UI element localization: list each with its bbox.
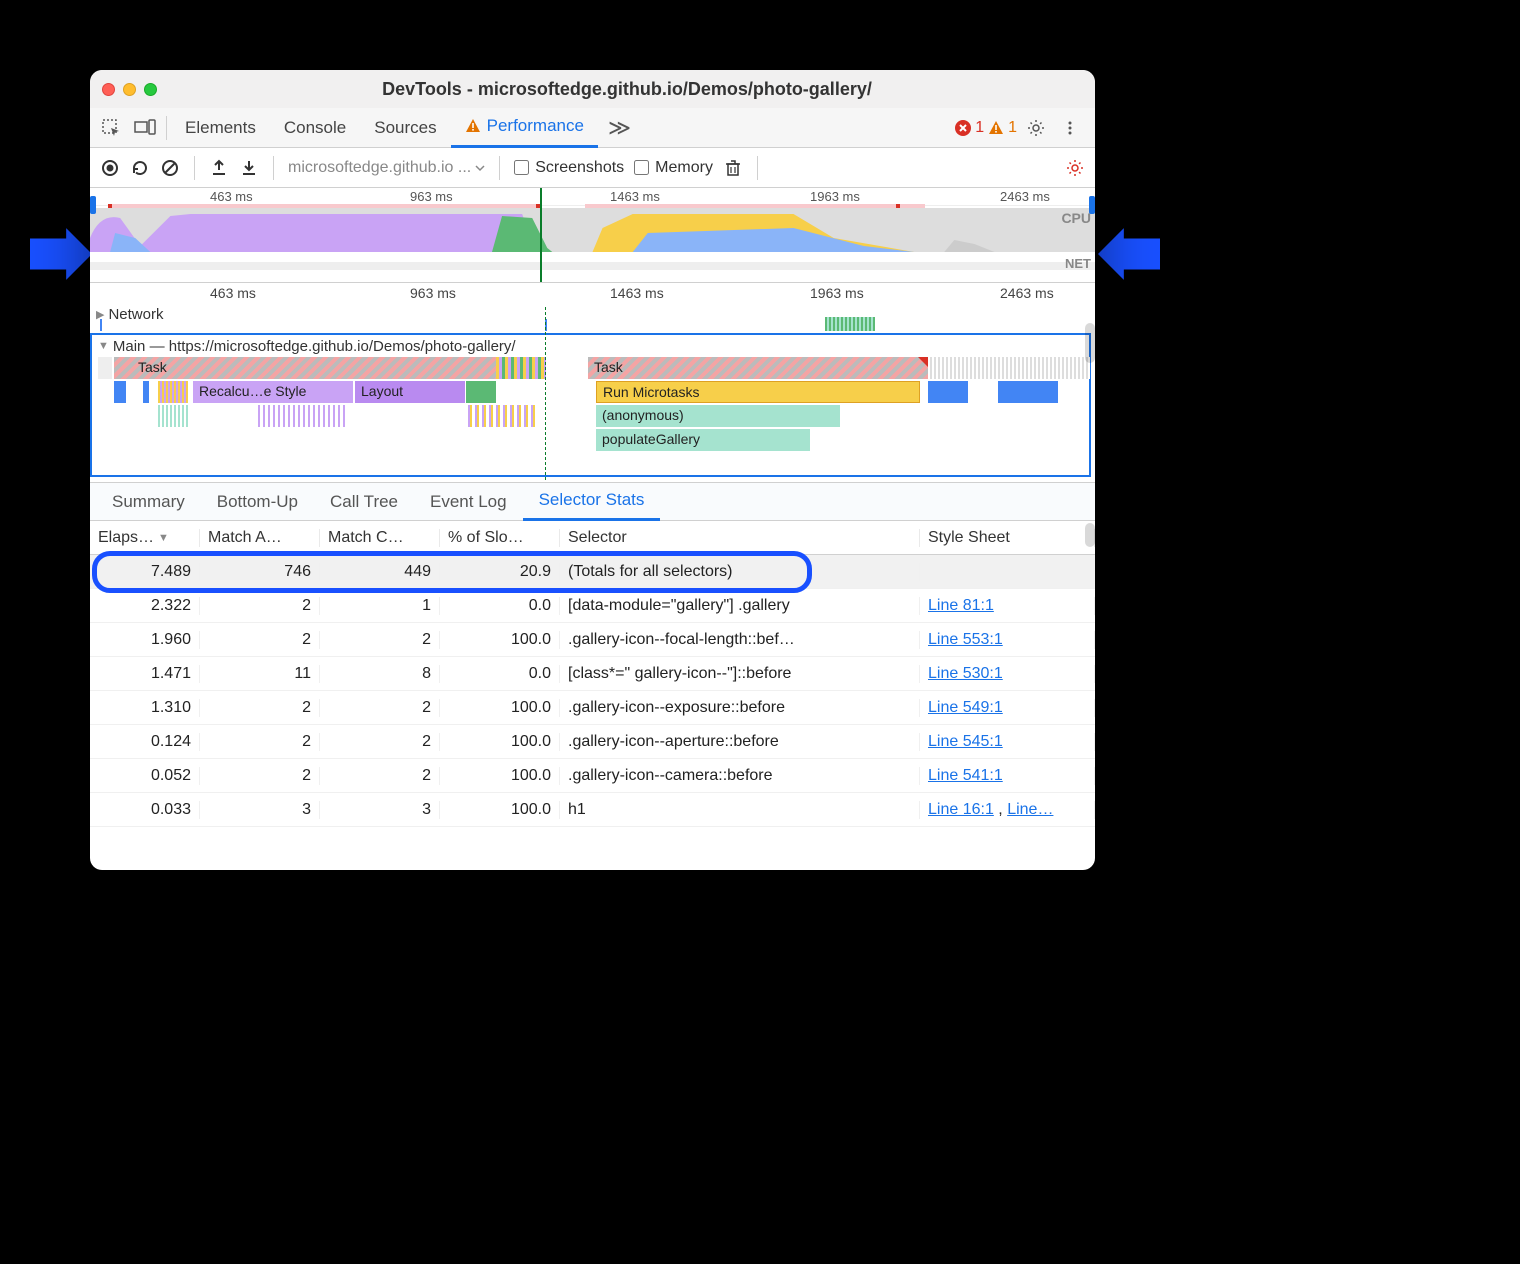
panel-tabs: Elements Console Sources Performance ≫ 1…	[90, 108, 1095, 148]
tab-elements[interactable]: Elements	[171, 108, 270, 148]
table-row[interactable]: 7.48974644920.9(Totals for all selectors…	[90, 555, 1095, 589]
close-icon[interactable]	[102, 83, 115, 96]
settings-icon[interactable]	[1021, 113, 1051, 143]
tabs-overflow[interactable]: ≫	[598, 115, 641, 141]
populate-gallery-bar[interactable]: populateGallery	[596, 429, 810, 451]
selection-handle-right[interactable]	[1089, 196, 1095, 214]
download-icon[interactable]	[239, 158, 259, 178]
capture-settings-icon[interactable]	[1065, 158, 1085, 178]
tab-sources[interactable]: Sources	[360, 108, 450, 148]
stylesheet-link[interactable]: Line 81:1	[928, 597, 994, 614]
layout-bar[interactable]: Layout	[355, 381, 465, 403]
detail-ruler: 463 ms 963 ms 1463 ms 1963 ms 2463 ms	[90, 283, 1095, 303]
sort-desc-icon: ▼	[158, 532, 169, 544]
net-label: NET	[1065, 256, 1091, 271]
divider	[194, 156, 195, 180]
col-match-attempts[interactable]: Match A…	[200, 529, 320, 547]
recording-selector[interactable]: microsoftedge.github.io ...	[288, 159, 485, 177]
warning-icon	[988, 120, 1004, 136]
device-icon[interactable]	[128, 111, 162, 145]
divider	[166, 116, 167, 140]
scrollbar[interactable]	[1085, 323, 1095, 363]
selector-stats-table: Elaps…▼ Match A… Match C… % of Slo… Sele…	[90, 521, 1095, 870]
subtab-selector-stats[interactable]: Selector Stats	[523, 483, 661, 521]
reload-icon[interactable]	[130, 158, 150, 178]
clear-icon[interactable]	[160, 158, 180, 178]
playhead[interactable]	[540, 188, 542, 282]
col-stylesheet[interactable]: Style Sheet	[920, 529, 1095, 547]
warning-count[interactable]: 1	[988, 119, 1017, 137]
divider	[273, 156, 274, 180]
record-icon[interactable]	[100, 158, 120, 178]
annotation-arrow-left	[30, 228, 92, 280]
table-row[interactable]: 1.4711180.0[class*=" gallery-icon--"]::b…	[90, 657, 1095, 691]
inspect-icon[interactable]	[94, 111, 128, 145]
memory-checkbox[interactable]: Memory	[634, 159, 713, 177]
titlebar: DevTools - microsoftedge.github.io/Demos…	[90, 70, 1095, 108]
chevron-down-icon	[475, 163, 485, 173]
table-header: Elaps…▼ Match A… Match C… % of Slo… Sele…	[90, 521, 1095, 555]
tab-performance[interactable]: Performance	[451, 108, 598, 148]
anonymous-bar[interactable]: (anonymous)	[596, 405, 840, 427]
performance-toolbar: microsoftedge.github.io ... Screenshots …	[90, 148, 1095, 188]
timeline-overview[interactable]: 463 ms 963 ms 1463 ms 1963 ms 2463 ms CP…	[90, 188, 1095, 283]
annotation-arrow-right	[1098, 228, 1160, 280]
stylesheet-link[interactable]: Line 530:1	[928, 665, 1003, 682]
error-count[interactable]: 1	[955, 119, 984, 137]
upload-icon[interactable]	[209, 158, 229, 178]
subtab-bottom-up[interactable]: Bottom-Up	[201, 483, 314, 521]
table-row[interactable]: 0.03333100.0h1Line 16:1 , Line…	[90, 793, 1095, 827]
subtab-summary[interactable]: Summary	[96, 483, 201, 521]
divider	[499, 156, 500, 180]
minimize-icon[interactable]	[123, 83, 136, 96]
table-row[interactable]: 2.322210.0[data-module="gallery"] .galle…	[90, 589, 1095, 623]
col-match-count[interactable]: Match C…	[320, 529, 440, 547]
tab-console[interactable]: Console	[270, 108, 360, 148]
task-bar[interactable]: Task	[588, 357, 928, 379]
col-slow[interactable]: % of Slo…	[440, 529, 560, 547]
detail-pane-tabs: Summary Bottom-Up Call Tree Event Log Se…	[90, 483, 1095, 521]
col-selector[interactable]: Selector	[560, 529, 920, 547]
stylesheet-link[interactable]: Line 549:1	[928, 699, 1003, 716]
subtab-event-log[interactable]: Event Log	[414, 483, 523, 521]
subtab-call-tree[interactable]: Call Tree	[314, 483, 414, 521]
cpu-label: CPU	[1061, 210, 1091, 226]
stylesheet-link[interactable]: Line 553:1	[928, 631, 1003, 648]
cpu-track	[90, 208, 1095, 252]
divider	[757, 156, 758, 180]
col-elapsed[interactable]: Elaps…▼	[90, 529, 200, 547]
screenshots-checkbox[interactable]: Screenshots	[514, 159, 624, 177]
recalc-style-bar[interactable]: Recalcu…e Style	[193, 381, 353, 403]
zoom-icon[interactable]	[144, 83, 157, 96]
table-row[interactable]: 1.31022100.0.gallery-icon--exposure::bef…	[90, 691, 1095, 725]
network-track-header[interactable]: ▶Network	[90, 303, 1095, 325]
stylesheet-link[interactable]: Line 545:1	[928, 733, 1003, 750]
error-icon	[955, 120, 971, 136]
stylesheet-link[interactable]: Line 16:1	[928, 801, 994, 818]
scrollbar[interactable]	[1085, 523, 1095, 547]
chevron-down-icon: ▼	[98, 340, 109, 352]
task-bar[interactable]: Task	[114, 357, 546, 379]
devtools-window: DevTools - microsoftedge.github.io/Demos…	[90, 70, 1095, 870]
run-microtasks-bar[interactable]: Run Microtasks	[596, 381, 920, 403]
window-controls	[102, 83, 157, 96]
selection-handle-left[interactable]	[90, 196, 96, 214]
flame-chart[interactable]: 463 ms 963 ms 1463 ms 1963 ms 2463 ms ▶N…	[90, 283, 1095, 483]
tab-performance-label: Performance	[487, 116, 584, 136]
garbage-collect-icon[interactable]	[723, 158, 743, 178]
table-row[interactable]: 0.12422100.0.gallery-icon--aperture::bef…	[90, 725, 1095, 759]
stylesheet-link[interactable]: Line…	[1007, 801, 1053, 818]
warning-icon	[465, 118, 481, 134]
main-track-header[interactable]: ▼Main — https://microsoftedge.github.io/…	[92, 335, 1089, 357]
stylesheet-link[interactable]: Line 541:1	[928, 767, 1003, 784]
more-menu-icon[interactable]	[1055, 113, 1085, 143]
table-row[interactable]: 1.96022100.0.gallery-icon--focal-length:…	[90, 623, 1095, 657]
window-title: DevTools - microsoftedge.github.io/Demos…	[171, 79, 1083, 100]
table-row[interactable]: 0.05222100.0.gallery-icon--camera::befor…	[90, 759, 1095, 793]
